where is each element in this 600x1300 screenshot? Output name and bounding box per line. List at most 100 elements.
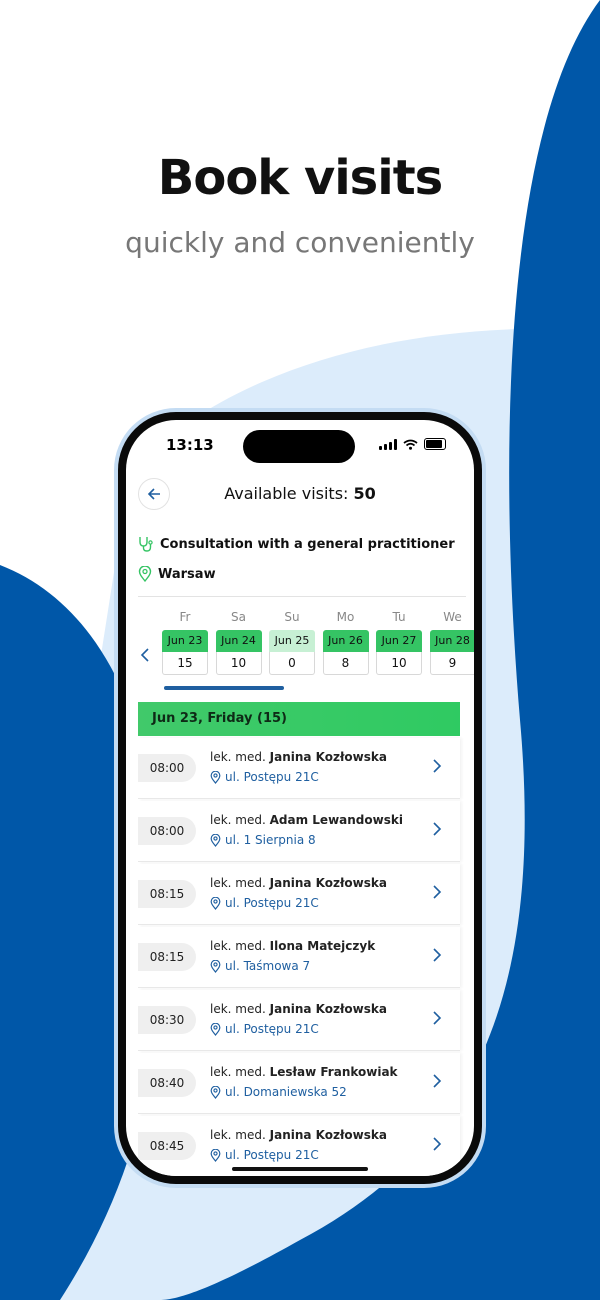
day-visit-count: 9 (429, 652, 474, 675)
day-option[interactable]: Su Jun 25 0 (269, 610, 315, 675)
day-visit-count: 10 (376, 652, 422, 675)
prev-days-button[interactable] (140, 647, 150, 666)
visit-slot[interactable]: 08:30 lek. med. Janina Kozłowska ul. Postę… (138, 990, 460, 1051)
map-pin-icon (210, 1085, 221, 1099)
day-date: Jun 25 (269, 630, 315, 652)
day-name: Fr (179, 610, 191, 624)
doctor-name: Janina Kozłowska (269, 750, 387, 764)
day-date: Jun 27 (376, 630, 422, 652)
doctor-title: lek. med. (210, 1002, 270, 1016)
open-slot-button[interactable] (433, 1136, 442, 1155)
doctor: lek. med. Janina Kozłowska (210, 876, 387, 890)
day-selector: Fr Jun 23 15 Sa Jun 24 10 Su Jun 25 0 Mo Jun 26 8 Tu… (162, 610, 474, 682)
location-row: Warsaw (138, 566, 216, 582)
open-slot-button[interactable] (433, 821, 442, 840)
open-slot-button[interactable] (433, 758, 442, 777)
day-name: Sa (231, 610, 246, 624)
title-prefix: Available visits: (224, 484, 354, 503)
chevron-right-icon (433, 822, 442, 836)
signal-icon (379, 438, 397, 450)
doctor: lek. med. Janina Kozłowska (210, 1002, 387, 1016)
address-text: ul. Taśmowa 7 (225, 959, 311, 973)
day-option[interactable]: Tu Jun 27 10 (376, 610, 422, 675)
doctor-title: lek. med. (210, 1128, 270, 1142)
wifi-icon (403, 439, 418, 450)
day-date: Jun 23 (162, 630, 208, 652)
home-indicator (232, 1167, 368, 1171)
doctor-name: Ilona Matejczyk (269, 939, 376, 953)
day-name: Mo (336, 610, 355, 624)
doctor: lek. med. Janina Kozłowska (210, 1128, 387, 1142)
visit-slot[interactable]: 08:00 lek. med. Janina Kozłowska ul. Postę… (138, 738, 460, 799)
address-text: ul. Postępu 21C (225, 1148, 319, 1162)
doctor-title: lek. med. (210, 750, 270, 764)
doctor-title: lek. med. (210, 1065, 270, 1079)
phone-screen: 13:13 Available visits: 50 Consultation … (126, 420, 474, 1176)
day-date: Jun 24 (215, 630, 262, 652)
clinic-address: ul. Domaniewska 52 (210, 1085, 347, 1099)
map-pin-icon (210, 896, 221, 910)
doctor: lek. med. Ilona Matejczyk (210, 939, 375, 953)
doctor: lek. med. Janina Kozłowska (210, 750, 387, 764)
map-pin-icon (210, 1148, 221, 1162)
divider (138, 596, 466, 597)
day-option[interactable]: Fr Jun 23 15 (162, 610, 208, 675)
visit-time: 08:15 (138, 943, 196, 971)
visit-time: 08:45 (138, 1132, 196, 1160)
day-date: Jun 26 (322, 630, 369, 652)
doctor-name: Janina Kozłowska (269, 876, 387, 890)
doctor-name: Janina Kozłowska (269, 1128, 387, 1142)
visit-time: 08:00 (138, 817, 196, 845)
day-name: We (443, 610, 462, 624)
clinic-address: ul. Postępu 21C (210, 896, 319, 910)
doctor-name: Lesław Frankowiak (269, 1065, 398, 1079)
chevron-right-icon (433, 948, 442, 962)
clinic-address: ul. Taśmowa 7 (210, 959, 310, 973)
day-visit-count: 10 (215, 652, 262, 675)
visit-slot[interactable]: 08:40 lek. med. Lesław Frankowiak ul. Doma… (138, 1053, 460, 1114)
clinic-address: ul. Postępu 21C (210, 1022, 319, 1036)
address-text: ul. 1 Sierpnia 8 (225, 833, 316, 847)
open-slot-button[interactable] (433, 947, 442, 966)
chevron-right-icon (433, 885, 442, 899)
day-option[interactable]: Mo Jun 26 8 (322, 610, 369, 675)
visit-slot[interactable]: 08:15 lek. med. Ilona Matejczyk ul. Taśmow… (138, 927, 460, 988)
day-visit-count: 0 (269, 652, 315, 675)
map-pin-icon (210, 959, 221, 973)
day-name: Su (284, 610, 300, 624)
map-pin-icon (210, 833, 221, 847)
visit-time: 08:30 (138, 1006, 196, 1034)
doctor: lek. med. Lesław Frankowiak (210, 1065, 398, 1079)
doctor-title: lek. med. (210, 876, 270, 890)
app-header: Available visits: 50 (126, 476, 474, 512)
day-option[interactable]: Sa Jun 24 10 (215, 610, 262, 675)
doctor-title: lek. med. (210, 939, 270, 953)
location-label: Warsaw (158, 566, 216, 582)
status-icons (379, 438, 446, 450)
open-slot-button[interactable] (433, 884, 442, 903)
visit-slot[interactable]: 08:00 lek. med. Adam Lewandowski ul. 1 Sie… (138, 801, 460, 862)
map-pin-icon (138, 566, 152, 582)
visit-time: 08:00 (138, 754, 196, 782)
chevron-right-icon (433, 1011, 442, 1025)
visit-slot[interactable]: 08:15 lek. med. Janina Kozłowska ul. Postę… (138, 864, 460, 925)
day-option[interactable]: We Jun 28 9 (429, 610, 474, 675)
visit-time: 08:40 (138, 1069, 196, 1097)
visits-count: 50 (353, 484, 376, 503)
status-time: 13:13 (166, 436, 214, 454)
chevron-left-icon (140, 648, 149, 662)
day-visit-count: 8 (322, 652, 369, 675)
visit-slot-list: 08:00 lek. med. Janina Kozłowska ul. Postę… (138, 738, 460, 1176)
headline: Book visits (157, 150, 443, 206)
map-pin-icon (210, 770, 221, 784)
clinic-address: ul. Postępu 21C (210, 1148, 319, 1162)
day-date: Jun 28 (429, 630, 474, 652)
visit-time: 08:15 (138, 880, 196, 908)
dynamic-island (243, 430, 355, 463)
doctor-name: Janina Kozłowska (269, 1002, 387, 1016)
open-slot-button[interactable] (433, 1073, 442, 1092)
service-label: Consultation with a general practitioner (160, 536, 455, 552)
open-slot-button[interactable] (433, 1010, 442, 1029)
chevron-right-icon (433, 759, 442, 773)
doctor-name: Adam Lewandowski (269, 813, 403, 827)
